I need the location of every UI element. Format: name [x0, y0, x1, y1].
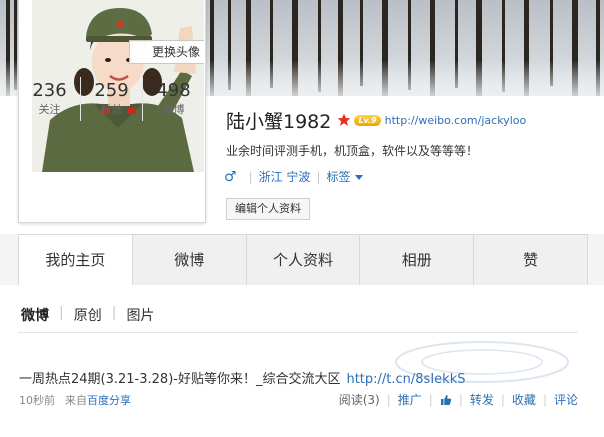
stat-followers[interactable]: 259 粉丝	[81, 77, 143, 121]
tab-album[interactable]: 相册	[360, 235, 475, 285]
post-time[interactable]: 10秒前	[19, 392, 55, 408]
stat-label: 粉丝	[100, 103, 123, 116]
chevron-down-icon	[354, 175, 363, 180]
profile-tabs: 我的主页 微博 个人资料 相册 赞	[18, 234, 588, 286]
divider: |	[428, 392, 433, 407]
tags-label: 标签	[326, 170, 351, 184]
divider: |	[248, 169, 253, 184]
divider: |	[458, 392, 463, 407]
post-source[interactable]: 百度分享	[87, 392, 131, 408]
tags-dropdown[interactable]: 标签	[326, 168, 363, 185]
stat-number: 236	[32, 80, 67, 101]
comment-button[interactable]: 评论	[554, 391, 578, 408]
tab-home[interactable]: 我的主页	[19, 235, 133, 285]
feed-filter: 微博 | 原创 | 图片	[19, 305, 156, 325]
read-count: 阅读(3)	[338, 393, 380, 407]
profile-meta: ♂ | 浙江 宁波 | 标签	[224, 168, 363, 185]
profile-stats: 236 关注 259 粉丝 498 微博	[19, 77, 204, 121]
source-prefix: 来自	[65, 394, 87, 407]
divider: |	[59, 305, 64, 321]
location-link[interactable]: 浙江 宁波	[259, 168, 311, 185]
filter-pictures[interactable]: 图片	[124, 305, 156, 325]
stat-label: 关注	[38, 103, 61, 116]
watermark-icon	[395, 341, 569, 383]
post-actions: 阅读(3) | 推广 | | 转发 | 收藏 | 评论	[339, 391, 578, 408]
stat-number: 498	[156, 80, 191, 101]
divider: |	[500, 392, 505, 407]
filter-all[interactable]: 微博	[19, 305, 51, 325]
homepage-link[interactable]: http://weibo.com/jackyloo	[385, 114, 527, 127]
post-meta: 10秒前 来自 百度分享	[19, 392, 131, 408]
tab-profile-info[interactable]: 个人资料	[247, 235, 361, 285]
promote-button[interactable]: 推广	[398, 391, 422, 408]
name-row: 陆小蟹1982 Lv.9 http://weibo.com/jackyloo	[226, 107, 526, 133]
feed-divider	[18, 332, 578, 333]
tab-weibo[interactable]: 微博	[133, 235, 247, 285]
divider: |	[386, 392, 391, 407]
repost-button[interactable]: 转发	[470, 391, 494, 408]
level-badge[interactable]: Lv.9	[354, 114, 381, 126]
favorite-button[interactable]: 收藏	[512, 391, 536, 408]
profile-name: 陆小蟹1982	[226, 110, 332, 133]
stat-posts[interactable]: 498 微博	[143, 77, 204, 121]
profile-intro: 业余时间评测手机，机顶盒，软件以及等等等！	[226, 144, 479, 158]
thumbs-up-icon[interactable]	[440, 394, 452, 406]
post-text: 一周热点24期(3.21-3.28)-好贴等你来！_综合交流大区	[19, 372, 341, 387]
edit-profile-button[interactable]: 编辑个人资料	[226, 198, 310, 220]
star-badge-icon[interactable]	[337, 113, 351, 127]
tab-likes[interactable]: 赞	[474, 235, 587, 285]
change-avatar-button[interactable]: 更换头像	[129, 40, 204, 64]
filter-original[interactable]: 原创	[72, 305, 104, 325]
divider: |	[316, 169, 321, 184]
divider: |	[111, 305, 117, 321]
stat-number: 259	[94, 80, 129, 101]
stat-label: 微博	[162, 103, 185, 116]
stat-following[interactable]: 236 关注	[19, 77, 81, 121]
divider: |	[542, 392, 547, 407]
male-icon: ♂	[224, 168, 237, 185]
